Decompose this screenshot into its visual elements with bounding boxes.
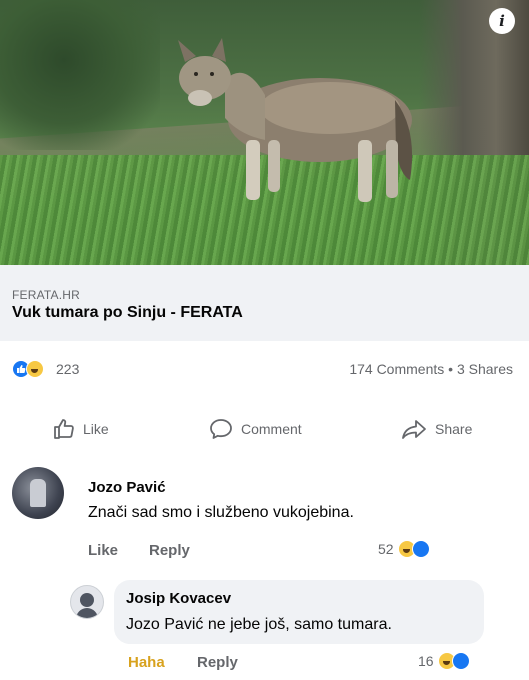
reply-reactions[interactable]: 16 <box>418 652 472 670</box>
like-label: Like <box>83 421 109 437</box>
reaction-icons <box>12 359 52 379</box>
reaction-count: 223 <box>56 361 80 377</box>
thumbs-up-icon <box>54 419 74 439</box>
reply-reply-button[interactable]: Reply <box>197 654 238 671</box>
comment-reactions[interactable]: 52 <box>378 540 432 558</box>
comments-count[interactable]: 174 Comments <box>349 361 444 377</box>
reply-author[interactable]: Josip Kovacev <box>126 590 231 607</box>
comment-reply-button[interactable]: Reply <box>149 542 190 559</box>
comment-author[interactable]: Jozo Pavić <box>88 479 166 496</box>
comment-reaction-count: 52 <box>378 541 394 557</box>
post-reactions[interactable]: 223 <box>12 358 79 380</box>
link-source: FERATA.HR <box>12 288 81 302</box>
share-arrow-icon <box>402 420 426 439</box>
reply-reaction-count: 16 <box>418 653 434 669</box>
post-actions: Like Comment Share <box>0 412 529 446</box>
link-title[interactable]: Vuk tumara po Sinju - FERATA <box>12 304 243 322</box>
reply-mention[interactable]: Jozo Pavić <box>126 616 203 633</box>
wolf-figure <box>178 38 413 202</box>
post-stats: 174 Comments • 3 Shares <box>349 361 513 377</box>
info-icon[interactable]: i <box>489 8 515 34</box>
avatar-jozo-pavic[interactable] <box>12 467 64 519</box>
link-preview[interactable] <box>0 265 529 341</box>
stats-separator: • <box>448 361 454 377</box>
comment-like-button[interactable]: Like <box>88 542 118 559</box>
reply-reaction-icons <box>437 652 472 670</box>
share-button[interactable]: Share <box>400 412 472 446</box>
avatar-josip-kovacev[interactable] <box>70 585 104 619</box>
post-image-wolf[interactable]: i <box>0 0 529 265</box>
comment-button[interactable]: Comment <box>208 412 302 446</box>
reply-haha-button[interactable]: Haha <box>128 654 165 671</box>
like-button[interactable]: Like <box>52 412 109 446</box>
like-reaction-icon <box>451 652 470 670</box>
reply-body: ne jebe još, samo tumara. <box>203 616 392 633</box>
like-reaction-icon <box>411 540 430 558</box>
share-label: Share <box>435 421 473 437</box>
haha-reaction-icon <box>26 360 44 378</box>
comment-bubble-icon <box>210 419 232 439</box>
reply-text: Jozo Pavić ne jebe još, samo tumara. <box>126 616 392 634</box>
shares-count[interactable]: 3 Shares <box>457 361 513 377</box>
comment-reaction-icons <box>397 540 432 558</box>
comment-text: Znači sad smo i službeno vukojebina. <box>88 504 354 521</box>
comment-label: Comment <box>241 421 302 437</box>
